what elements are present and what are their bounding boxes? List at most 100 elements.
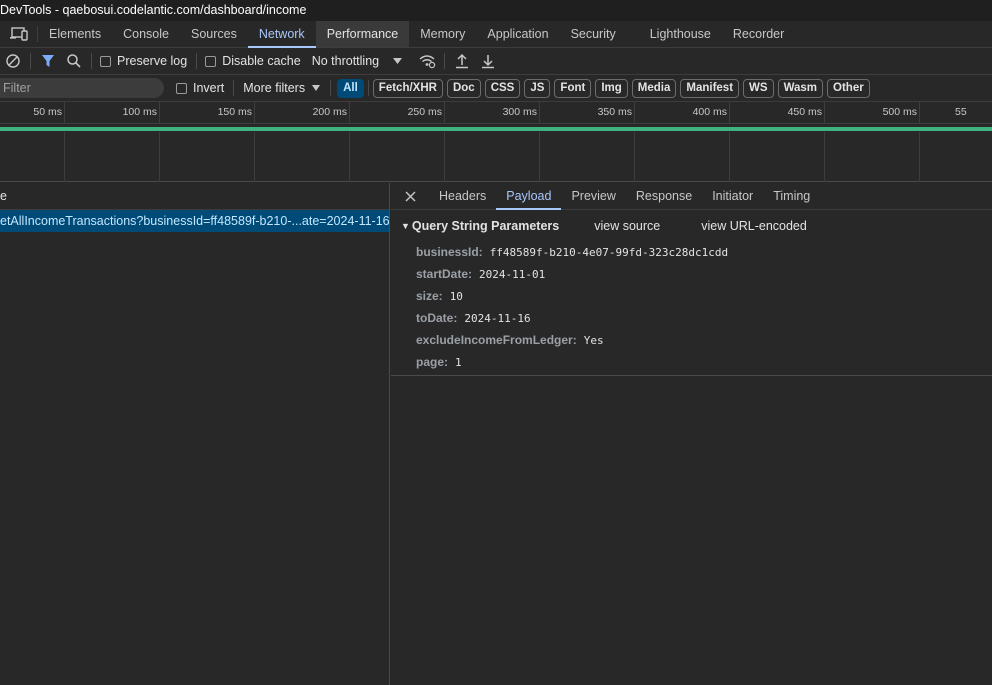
query-params-list: businessId: ff48589f-b210-4e07-99fd-323c… bbox=[416, 241, 728, 373]
ruler-label: 300 ms bbox=[502, 106, 537, 118]
tab-lighthouse[interactable]: Lighthouse bbox=[639, 21, 722, 47]
network-conditions-icon[interactable] bbox=[414, 48, 440, 74]
tab-recorder[interactable]: Recorder bbox=[722, 21, 795, 47]
ruler-label: 250 ms bbox=[407, 106, 442, 118]
close-icon[interactable] bbox=[391, 183, 429, 209]
overview-gridline bbox=[634, 132, 635, 182]
tab-network[interactable]: Network bbox=[247, 21, 316, 48]
timeline-ruler: 50 ms 100 ms 150 ms 200 ms 250 ms 300 ms… bbox=[0, 102, 992, 124]
tab-timing[interactable]: Timing bbox=[763, 183, 820, 209]
request-row[interactable]: etAllIncomeTransactions?businessId=ff485… bbox=[0, 210, 389, 232]
toolbar-divider bbox=[444, 53, 446, 69]
request-list: e etAllIncomeTransactions?businessId=ff4… bbox=[0, 183, 390, 685]
clear-icon[interactable] bbox=[0, 48, 26, 74]
overview-gridline bbox=[919, 132, 920, 182]
payload-section: ▼ Query String Parameters view source vi… bbox=[391, 210, 992, 376]
overview-gridline bbox=[539, 132, 540, 182]
query-string-header[interactable]: ▼ Query String Parameters view source vi… bbox=[401, 219, 807, 233]
window-title: DevTools - qaebosui.codelantic.com/dashb… bbox=[0, 0, 992, 21]
request-details-pane: Headers Payload Preview Response Initiat… bbox=[391, 183, 992, 685]
tab-elements[interactable]: Elements bbox=[38, 21, 112, 47]
checkbox-box[interactable] bbox=[100, 55, 111, 67]
tab-payload[interactable]: Payload bbox=[496, 183, 562, 210]
toolbar-divider bbox=[233, 80, 235, 96]
param-row: toDate: 2024-11-16 bbox=[416, 307, 728, 329]
tab-initiator[interactable]: Initiator bbox=[702, 183, 763, 209]
view-url-encoded-link[interactable]: view URL-encoded bbox=[701, 219, 807, 233]
toolbar-divider bbox=[196, 53, 198, 69]
ruler-label: 100 ms bbox=[122, 106, 157, 118]
overview-gridline bbox=[824, 132, 825, 182]
more-filters-label: More filters bbox=[243, 81, 306, 95]
filter-chip-css[interactable]: CSS bbox=[484, 78, 521, 98]
filter-chip-wasm[interactable]: Wasm bbox=[777, 78, 824, 98]
filter-icon[interactable] bbox=[35, 48, 61, 74]
throttling-select[interactable]: No throttling bbox=[312, 54, 403, 68]
preserve-log-checkbox[interactable]: Preserve log bbox=[100, 54, 187, 68]
device-toolbar-icon[interactable] bbox=[0, 26, 38, 42]
invert-checkbox[interactable]: Invert bbox=[176, 81, 224, 95]
param-key: businessId: bbox=[416, 245, 483, 259]
view-source-link[interactable]: view source bbox=[594, 219, 660, 233]
param-value: 2024-11-16 bbox=[464, 311, 531, 325]
param-value: Yes bbox=[583, 333, 604, 347]
toolbar-divider bbox=[330, 80, 332, 96]
filter-chip-img[interactable]: Img bbox=[595, 78, 628, 98]
tab-security[interactable]: Security bbox=[560, 21, 627, 47]
tab-application[interactable]: Application bbox=[476, 21, 559, 47]
toolbar-divider bbox=[367, 80, 369, 96]
ruler-label: 200 ms bbox=[312, 106, 347, 118]
filter-chip-font[interactable]: Font bbox=[554, 78, 592, 98]
param-value: 1 bbox=[455, 355, 462, 369]
filter-chip-other[interactable]: Other bbox=[827, 78, 870, 98]
filter-chip-manifest[interactable]: Manifest bbox=[680, 78, 740, 98]
overview-gridline bbox=[254, 132, 255, 182]
tab-headers[interactable]: Headers bbox=[429, 183, 496, 209]
checkbox-box[interactable] bbox=[205, 55, 217, 67]
tab-preview[interactable]: Preview bbox=[561, 183, 625, 209]
param-value: 10 bbox=[449, 289, 463, 303]
network-toolbar: Preserve log Disable cache No throttling bbox=[0, 48, 992, 75]
export-icon[interactable] bbox=[475, 48, 501, 74]
filter-chip-doc[interactable]: Doc bbox=[446, 78, 481, 98]
checkbox-box[interactable] bbox=[176, 82, 187, 94]
param-value: ff48589f-b210-4e07-99fd-323c28dc1cdd bbox=[489, 245, 729, 259]
ruler-label: 400 ms bbox=[692, 106, 727, 118]
filter-input[interactable]: Filter bbox=[0, 78, 164, 98]
filter-chip-all[interactable]: All bbox=[337, 78, 364, 98]
filter-chip-js[interactable]: JS bbox=[524, 78, 551, 98]
expand-triangle-icon[interactable]: ▼ bbox=[401, 221, 410, 231]
search-icon[interactable] bbox=[61, 48, 87, 74]
chevron-down-icon bbox=[393, 58, 403, 64]
timeline-overview[interactable] bbox=[0, 132, 992, 182]
ruler-label: 50 ms bbox=[33, 106, 62, 118]
param-key: page: bbox=[416, 355, 449, 369]
param-row: startDate: 2024-11-01 bbox=[416, 263, 728, 285]
preserve-log-label: Preserve log bbox=[117, 54, 188, 68]
ruler-label: 350 ms bbox=[597, 106, 632, 118]
tab-memory[interactable]: Memory bbox=[409, 21, 476, 47]
tab-console[interactable]: Console bbox=[112, 21, 180, 47]
overview-gridline bbox=[159, 132, 160, 182]
param-row: excludeIncomeFromLedger: Yes bbox=[416, 329, 728, 351]
ruler-label: 150 ms bbox=[217, 106, 252, 118]
param-row: page: 1 bbox=[416, 351, 728, 373]
ruler-label: 500 ms bbox=[882, 106, 917, 118]
filter-chip-fetch-xhr[interactable]: Fetch/XHR bbox=[372, 78, 443, 98]
column-header-name[interactable]: e bbox=[0, 183, 389, 210]
disable-cache-label: Disable cache bbox=[222, 54, 301, 68]
filter-chip-ws[interactable]: WS bbox=[743, 78, 774, 98]
param-key: excludeIncomeFromLedger: bbox=[416, 333, 577, 347]
import-icon[interactable] bbox=[449, 48, 475, 74]
panel-tab-bar: Elements Console Sources Network Perform… bbox=[0, 21, 992, 48]
chevron-down-icon bbox=[312, 85, 321, 91]
filter-bar: Filter Invert More filters All Fetch/XHR… bbox=[0, 75, 992, 102]
param-key: startDate: bbox=[416, 267, 473, 281]
filter-chip-media[interactable]: Media bbox=[631, 78, 677, 98]
disable-cache-checkbox[interactable]: Disable cache bbox=[205, 54, 301, 68]
tab-sources[interactable]: Sources bbox=[180, 21, 248, 47]
tab-response[interactable]: Response bbox=[626, 183, 702, 209]
tab-performance[interactable]: Performance bbox=[315, 21, 410, 47]
param-key: toDate: bbox=[416, 311, 458, 325]
more-filters-dropdown[interactable]: More filters bbox=[243, 81, 321, 95]
